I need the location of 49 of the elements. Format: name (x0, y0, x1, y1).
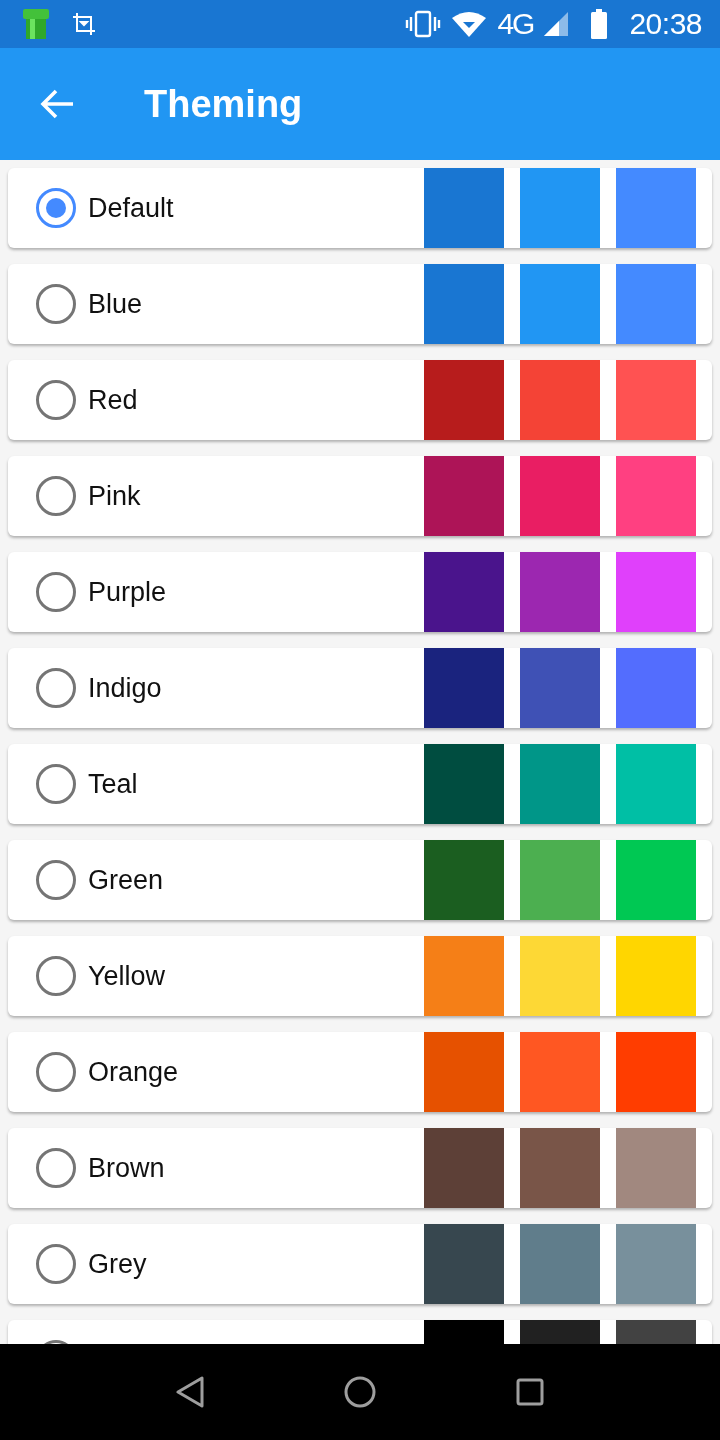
theme-option-card[interactable]: Purple (8, 552, 712, 632)
wifi-icon (451, 10, 488, 38)
square-recents-icon (516, 1378, 544, 1406)
theme-name: Purple (88, 576, 167, 608)
theme-name: Blue (88, 288, 143, 320)
theme-option-card[interactable]: Indigo (8, 648, 712, 728)
radio-unselected-icon[interactable] (36, 476, 76, 516)
crop-icon (72, 12, 96, 36)
theme-option-card[interactable]: Grey (8, 1224, 712, 1304)
radio-unselected-icon[interactable] (36, 668, 76, 708)
vibrate-icon (405, 10, 442, 38)
theme-name: Teal (88, 768, 138, 800)
theme-name: Yellow (88, 960, 166, 992)
radio-unselected-icon[interactable] (36, 284, 76, 324)
back-arrow-icon (40, 89, 74, 119)
theme-option-card[interactable]: Green (8, 840, 712, 920)
radio-unselected-icon[interactable] (36, 1244, 76, 1284)
radio-unselected-icon[interactable] (36, 764, 76, 804)
theme-option-card[interactable]: Blue (8, 264, 712, 344)
battery-icon (591, 9, 608, 39)
radio-unselected-icon[interactable] (36, 1148, 76, 1188)
theme-option-card[interactable]: Teal (8, 744, 712, 824)
theme-name: Default (88, 192, 174, 224)
circle-home-icon (344, 1376, 376, 1408)
theme-name: Brown (88, 1152, 165, 1184)
theme-name: Pink (88, 480, 141, 512)
signal-icon (543, 11, 570, 37)
theme-option-card[interactable]: Pink (8, 456, 712, 536)
theme-name: Green (88, 864, 164, 896)
theme-name: Indigo (88, 672, 162, 704)
pipe-icon (22, 8, 50, 40)
screen-title: Theming (144, 82, 303, 126)
theme-option-card[interactable]: Brown (8, 1128, 712, 1208)
radio-unselected-icon[interactable] (36, 1052, 76, 1092)
network-type-text: 4G (497, 9, 534, 39)
theme-name: Orange (88, 1056, 179, 1088)
triangle-back-icon (176, 1376, 204, 1408)
radio-unselected-icon[interactable] (36, 380, 76, 420)
theme-name: Grey (88, 1248, 147, 1280)
theme-option-card[interactable]: Default (8, 168, 712, 248)
theme-option-card[interactable]: Red (8, 360, 712, 440)
theme-option-card[interactable]: Yellow (8, 936, 712, 1016)
radio-selected-icon[interactable] (36, 188, 76, 228)
theme-option-card[interactable]: Orange (8, 1032, 712, 1112)
radio-unselected-icon[interactable] (36, 956, 76, 996)
clock-text: 20:38 (629, 9, 702, 39)
theme-name: Red (88, 384, 138, 416)
radio-unselected-icon[interactable] (36, 860, 76, 900)
radio-unselected-icon[interactable] (36, 572, 76, 612)
